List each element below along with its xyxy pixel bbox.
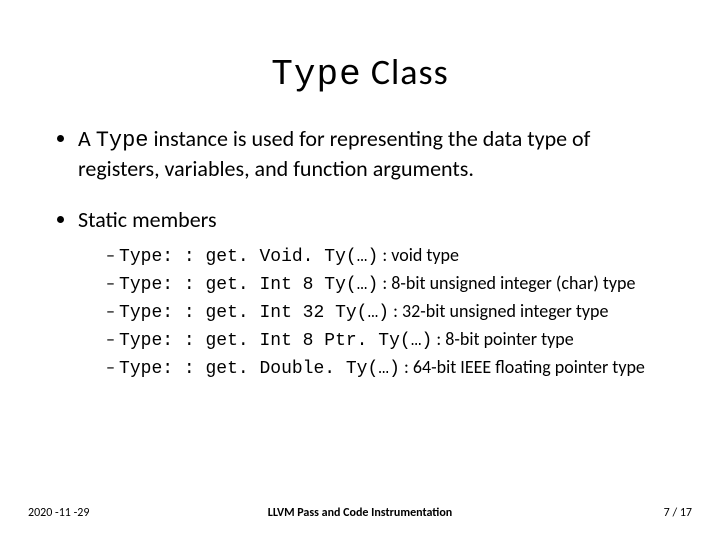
slide-title: Type Class: [50, 50, 670, 95]
page-total: / 17: [672, 506, 692, 520]
bullet-intro-pre: A: [78, 125, 96, 152]
title-code: Type: [271, 54, 361, 95]
list-item: Type: : get. Int 8 Ptr. Ty(…) : 8-bit po…: [106, 326, 670, 354]
page-number: 7: [664, 506, 670, 520]
slide: Type Class A Type instance is used for r…: [0, 0, 720, 540]
item-code: Type: : get. Int 32 Ty(…): [119, 303, 389, 323]
bullet-list: A Type instance is used for representing…: [50, 125, 670, 382]
item-desc: : void type: [378, 244, 459, 266]
bullet-static-label: Static members: [78, 206, 217, 233]
bullet-intro: A Type instance is used for representing…: [78, 125, 670, 182]
item-desc: : 8-bit unsigned integer (char) type: [378, 272, 635, 294]
item-code: Type: : get. Int 8 Ptr. Ty(…): [119, 331, 432, 351]
footer-date: 2020 -11 -29: [28, 506, 89, 520]
item-desc: : 64-bit IEEE floating pointer type: [400, 356, 645, 378]
bullet-static: Static members Type: : get. Void. Ty(…) …: [78, 206, 670, 382]
bullet-intro-post: instance is used for representing the da…: [78, 125, 590, 182]
item-desc: : 32-bit unsigned integer type: [389, 300, 608, 322]
list-item: Type: : get. Int 32 Ty(…) : 32-bit unsig…: [106, 298, 670, 326]
list-item: Type: : get. Int 8 Ty(…) : 8-bit unsigne…: [106, 270, 670, 298]
bullet-intro-code: Type: [96, 128, 149, 153]
footer: 2020 -11 -29 LLVM Pass and Code Instrume…: [0, 506, 720, 520]
title-word: Class: [362, 50, 449, 94]
list-item: Type: : get. Double. Ty(…) : 64-bit IEEE…: [106, 354, 670, 382]
item-code: Type: : get. Int 8 Ty(…): [119, 275, 378, 295]
list-item: Type: : get. Void. Ty(…) : void type: [106, 242, 670, 270]
sub-list: Type: : get. Void. Ty(…) : void type Typ…: [78, 242, 670, 382]
item-desc: : 8-bit pointer type: [432, 328, 573, 350]
item-code: Type: : get. Void. Ty(…): [119, 247, 378, 267]
item-code: Type: : get. Double. Ty(…): [119, 359, 400, 379]
footer-pages: 7 / 17: [664, 506, 692, 520]
footer-title: LLVM Pass and Code Instrumentation: [268, 506, 452, 520]
